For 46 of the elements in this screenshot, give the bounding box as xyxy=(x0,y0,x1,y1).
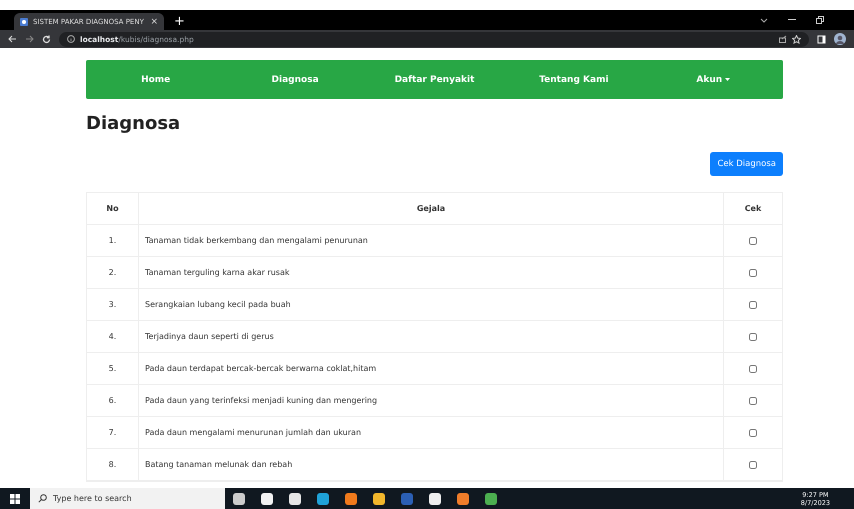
forward-arrow-icon[interactable] xyxy=(25,35,34,43)
table-cell: 6. xyxy=(87,385,139,417)
profile-avatar[interactable] xyxy=(834,33,846,45)
info-icon xyxy=(67,35,75,43)
checkbox[interactable] xyxy=(749,460,757,468)
checkbox[interactable] xyxy=(749,268,757,276)
column-header: Cek xyxy=(724,193,782,225)
page-title: Diagnosa xyxy=(86,113,182,134)
column-header: No xyxy=(87,193,139,225)
taskbar-search-field[interactable]: Type here to search xyxy=(30,488,225,509)
sidebar-icon[interactable] xyxy=(817,34,826,44)
checkbox[interactable] xyxy=(749,428,757,436)
check-diagnosis-button[interactable]: Cek Diagnosa xyxy=(710,152,783,176)
checkbox[interactable] xyxy=(749,300,757,308)
table-cell: 5. xyxy=(87,353,139,385)
table-cell: Tanaman tidak berkembang dan mengalami penurunan xyxy=(139,225,724,257)
restore-icon[interactable] xyxy=(816,16,824,24)
share-icon[interactable] xyxy=(779,35,787,43)
table-cell: 7. xyxy=(87,417,139,449)
checkbox[interactable] xyxy=(749,364,757,372)
table-cell: Serangkaian lubang kecil pada buah xyxy=(139,289,724,321)
table-cell: Pada daun terdapat bercak-bercak berwarna coklat,hitam xyxy=(139,353,724,385)
chevron-down-icon[interactable] xyxy=(760,18,768,22)
reload-icon[interactable] xyxy=(42,34,51,44)
column-header: Gejala xyxy=(139,193,724,225)
table-cell: 8. xyxy=(87,449,139,481)
checkbox[interactable] xyxy=(749,332,757,340)
table-cell: Batang tanaman melunak dan rebah xyxy=(139,449,724,481)
table-cell: 3. xyxy=(87,289,139,321)
back-arrow-icon[interactable] xyxy=(8,35,17,43)
checkbox[interactable] xyxy=(749,396,757,404)
search-placeholder: Type here to search xyxy=(53,494,132,503)
tab-close-button[interactable]: × xyxy=(150,16,158,26)
minimize-icon[interactable] xyxy=(788,19,796,21)
table-cell: 4. xyxy=(87,321,139,353)
table-cell: 2. xyxy=(87,257,139,289)
table-cell: Pada daun mengalami menurunan jumlah dan ukuran xyxy=(139,417,724,449)
table-cell: Tanaman terguling karna akar rusak xyxy=(139,257,724,289)
star-icon[interactable] xyxy=(792,34,801,44)
table-cell: Terjadinya daun seperti di gerus xyxy=(139,321,724,353)
new-tab-button[interactable]: + xyxy=(174,13,185,30)
table-cell: 1. xyxy=(87,225,139,257)
search-icon xyxy=(38,494,47,503)
checkbox[interactable] xyxy=(749,236,757,244)
table-cell: Pada daun yang terinfeksi menjadi kuning dan mengering xyxy=(139,385,724,417)
site-icon xyxy=(20,18,28,26)
